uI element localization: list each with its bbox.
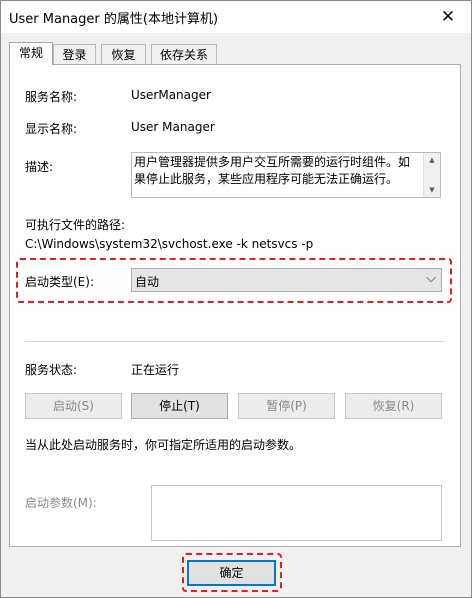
general-tab-panel: 服务名称: UserManager 显示名称: User Manager 描述:… [9, 64, 461, 547]
exe-path-value: C:\Windows\system32\svchost.exe -k netsv… [25, 237, 314, 251]
tab-general[interactable]: 常规 [9, 42, 53, 65]
stop-button[interactable]: 停止(T) [131, 393, 228, 419]
start-params-hint: 当从此处启动服务时，你可指定所适用的启动参数。 [25, 438, 302, 452]
tab-logon[interactable]: 登录 [53, 44, 96, 64]
start-params-input[interactable] [151, 485, 442, 541]
description-text: 用户管理器提供多用户交互所需要的运行时组件。如果停止此服务，某些应用程序可能无法… [134, 155, 411, 186]
service-properties-dialog: User Manager 的属性(本地计算机) ✕ 常规 登录 恢复 依存关系 … [0, 0, 472, 598]
window-title: User Manager 的属性(本地计算机) [9, 12, 219, 27]
exe-path-label: 可执行文件的路径: [25, 218, 126, 232]
pause-button[interactable]: 暂停(P) [238, 393, 335, 419]
display-name-value: User Manager [131, 120, 215, 134]
service-status-label: 服务状态: [25, 363, 78, 377]
service-status-value: 正在运行 [131, 363, 180, 377]
description-textbox[interactable]: 用户管理器提供多用户交互所需要的运行时组件。如果停止此服务，某些应用程序可能无法… [131, 152, 441, 198]
tab-dependencies[interactable]: 依存关系 [151, 44, 217, 64]
start-button[interactable]: 启动(S) [25, 393, 122, 419]
service-name-label: 服务名称: [25, 90, 78, 104]
description-scrollbar[interactable]: ▲ ▼ [423, 153, 440, 197]
close-icon[interactable]: ✕ [425, 1, 471, 33]
display-name-label: 显示名称: [25, 122, 78, 136]
start-params-label: 启动参数(M): [25, 496, 97, 510]
divider [25, 341, 445, 342]
highlight-ok-button [182, 553, 282, 592]
resume-button[interactable]: 恢复(R) [345, 393, 442, 419]
highlight-startup-type [16, 258, 452, 303]
scroll-up-icon[interactable]: ▲ [424, 153, 440, 167]
scroll-down-icon[interactable]: ▼ [424, 183, 440, 197]
description-label: 描述: [25, 160, 54, 174]
title-bar: User Manager 的属性(本地计算机) ✕ [1, 1, 471, 33]
tab-recovery[interactable]: 恢复 [101, 44, 146, 64]
service-name-value: UserManager [131, 88, 211, 102]
